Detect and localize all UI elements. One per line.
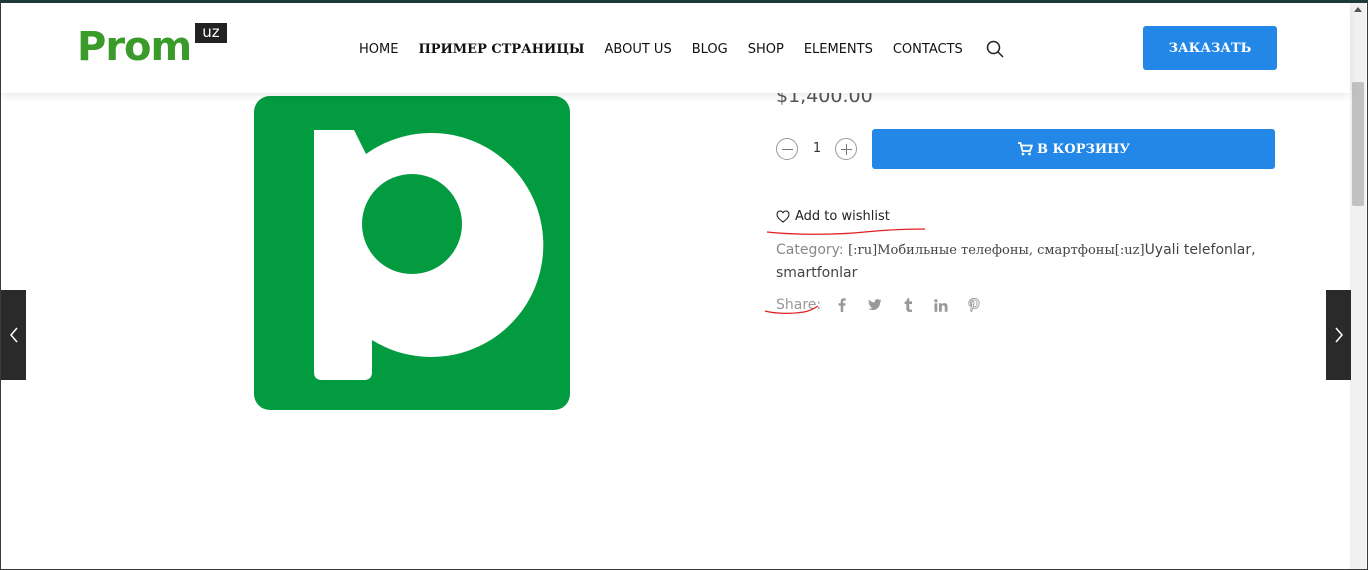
chevron-left-icon xyxy=(9,327,18,343)
search-icon[interactable] xyxy=(986,40,1004,58)
share-label: Share: xyxy=(776,297,822,313)
logo-text: Prom xyxy=(77,24,192,70)
site-header: Prom uz HOME ПРИМЕР СТРАНИЦЫ ABOUT US BL… xyxy=(1,3,1350,93)
scrollbar-thumb[interactable] xyxy=(1352,82,1364,206)
next-product-arrow[interactable] xyxy=(1326,290,1351,380)
nav-blog[interactable]: BLOG xyxy=(692,42,728,57)
nav-shop[interactable]: SHOP xyxy=(748,42,784,57)
product-image xyxy=(254,96,570,410)
nav-about-us[interactable]: ABOUT US xyxy=(605,42,672,57)
scroll-up-arrow-icon[interactable] xyxy=(1354,7,1362,12)
pinterest-icon[interactable] xyxy=(965,296,983,314)
add-to-wishlist-link[interactable]: Add to wishlist xyxy=(776,209,890,224)
quantity-input[interactable]: 1 xyxy=(808,141,826,156)
cart-icon xyxy=(1018,142,1033,156)
share-row: Share: xyxy=(776,296,998,314)
tumblr-icon[interactable] xyxy=(899,296,917,314)
add-to-cart-label: В КОРЗИНУ xyxy=(1037,141,1130,157)
quantity-decrease-button[interactable] xyxy=(776,138,798,160)
category-label: Category: xyxy=(776,242,844,258)
logo-badge: uz xyxy=(195,23,227,43)
twitter-icon[interactable] xyxy=(866,296,884,314)
product-category: Category: [:ru]Мобильные телефоны, смарт… xyxy=(776,239,1266,284)
category-link-ru[interactable]: [:ru]Мобильные телефоны, смартфоны[:uz] xyxy=(848,243,1144,258)
nav-contacts[interactable]: CONTACTS xyxy=(893,42,963,57)
quantity-increase-button[interactable] xyxy=(835,138,857,160)
heart-icon xyxy=(776,210,790,223)
main-nav: HOME ПРИМЕР СТРАНИЦЫ ABOUT US BLOG SHOP … xyxy=(359,39,983,59)
prev-product-arrow[interactable] xyxy=(1,290,26,380)
chevron-right-icon xyxy=(1334,327,1343,343)
nav-sample-page[interactable]: ПРИМЕР СТРАНИЦЫ xyxy=(418,42,584,57)
order-button[interactable]: ЗАКАЗАТЬ xyxy=(1143,26,1277,70)
facebook-icon[interactable] xyxy=(833,296,851,314)
nav-elements[interactable]: ELEMENTS xyxy=(804,42,873,57)
wishlist-label: Add to wishlist xyxy=(795,209,890,224)
nav-home[interactable]: HOME xyxy=(359,42,398,57)
linkedin-icon[interactable] xyxy=(932,296,950,314)
add-to-cart-button[interactable]: В КОРЗИНУ xyxy=(872,129,1275,169)
